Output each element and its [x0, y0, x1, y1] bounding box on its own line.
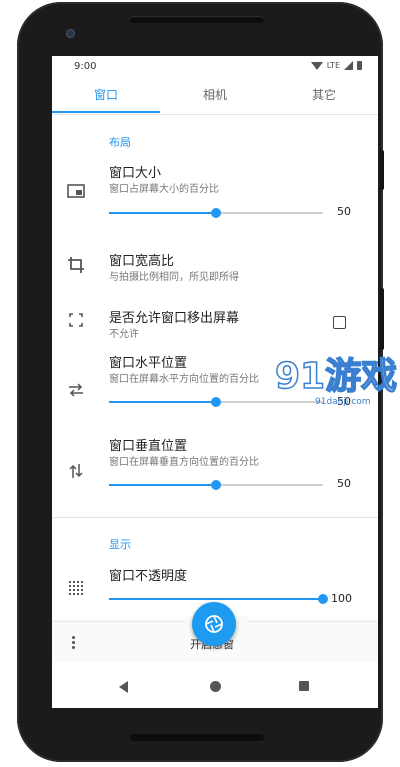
- watermark-url: 91danji.com: [315, 397, 370, 407]
- watermark-brand: 91游戏: [275, 356, 397, 397]
- section-title-display: 显示: [109, 538, 131, 551]
- slider-thumb[interactable]: [211, 397, 221, 407]
- battery-icon: [357, 61, 362, 70]
- section-title-layout: 布局: [109, 136, 131, 149]
- pref-title-window-size: 窗口大小: [109, 166, 162, 181]
- signal-icon: [344, 61, 353, 70]
- status-bar: 9:00 LTE: [52, 56, 378, 78]
- network-type-label: LTE: [326, 61, 340, 70]
- wifi-icon: [310, 61, 323, 70]
- system-nav-bar: [52, 668, 378, 708]
- volume-button: [380, 288, 384, 350]
- slider-thumb[interactable]: [211, 480, 221, 490]
- window-size-slider[interactable]: [109, 208, 323, 218]
- earpiece-speaker: [130, 16, 264, 23]
- swap-horizontal-icon: [66, 383, 86, 403]
- watermark-logo: 91游戏 91danji.com: [275, 355, 398, 407]
- picture-in-picture-icon: [66, 184, 86, 204]
- tab-window[interactable]: 窗口: [52, 78, 160, 112]
- section-divider: [52, 517, 378, 518]
- tab-other[interactable]: 其它: [270, 78, 378, 112]
- slider-thumb[interactable]: [211, 208, 221, 218]
- opacity-slider[interactable]: [109, 594, 328, 604]
- power-button: [380, 150, 384, 190]
- tab-indicator: [52, 111, 160, 113]
- window-size-value: 50: [337, 205, 351, 218]
- nav-home-icon[interactable]: [210, 681, 221, 692]
- pref-title-horizontal-position: 窗口水平位置: [109, 356, 188, 371]
- pref-title-opacity: 窗口不透明度: [109, 569, 188, 584]
- opacity-grid-icon: [66, 581, 86, 601]
- pref-title-offscreen[interactable]: 是否允许窗口移出屏幕: [109, 307, 239, 326]
- pref-summary-window-size: 窗口占屏幕大小的百分比: [109, 184, 219, 195]
- pref-summary-aspect-ratio: 与拍摄比例相同，所见即所得: [109, 272, 239, 283]
- nav-back-icon[interactable]: [119, 681, 128, 693]
- slider-fill: [109, 212, 216, 214]
- pref-summary-offscreen: 不允许: [109, 329, 139, 340]
- slider-fill: [109, 484, 216, 486]
- opacity-value: 100: [331, 592, 352, 605]
- camera-aperture-icon: [205, 615, 223, 633]
- pref-title-aspect-ratio[interactable]: 窗口宽高比: [109, 250, 174, 269]
- front-camera: [66, 29, 75, 38]
- fullscreen-icon: [66, 313, 86, 333]
- offscreen-checkbox[interactable]: [333, 316, 346, 329]
- pref-title-vertical-position: 窗口垂直位置: [109, 439, 188, 454]
- crop-icon: [66, 256, 86, 276]
- bottom-speaker: [130, 734, 264, 741]
- slider-fill: [109, 401, 216, 403]
- start-camera-button[interactable]: [192, 602, 236, 646]
- pref-summary-horizontal-position: 窗口在屏幕水平方向位置的百分比: [109, 374, 259, 385]
- swap-vertical-icon: [66, 463, 86, 483]
- nav-recents-icon[interactable]: [299, 681, 309, 691]
- more-vert-icon[interactable]: [72, 636, 76, 649]
- status-icons: LTE: [310, 61, 362, 70]
- vertical-position-slider[interactable]: [109, 480, 323, 490]
- slider-fill: [109, 598, 323, 600]
- tab-camera[interactable]: 相机: [161, 78, 269, 112]
- pref-summary-vertical-position: 窗口在屏幕垂直方向位置的百分比: [109, 457, 259, 468]
- tab-bar: 窗口 相机 其它: [52, 78, 378, 115]
- status-time: 9:00: [74, 61, 97, 72]
- vertical-position-value: 50: [337, 477, 351, 490]
- slider-thumb[interactable]: [318, 594, 328, 604]
